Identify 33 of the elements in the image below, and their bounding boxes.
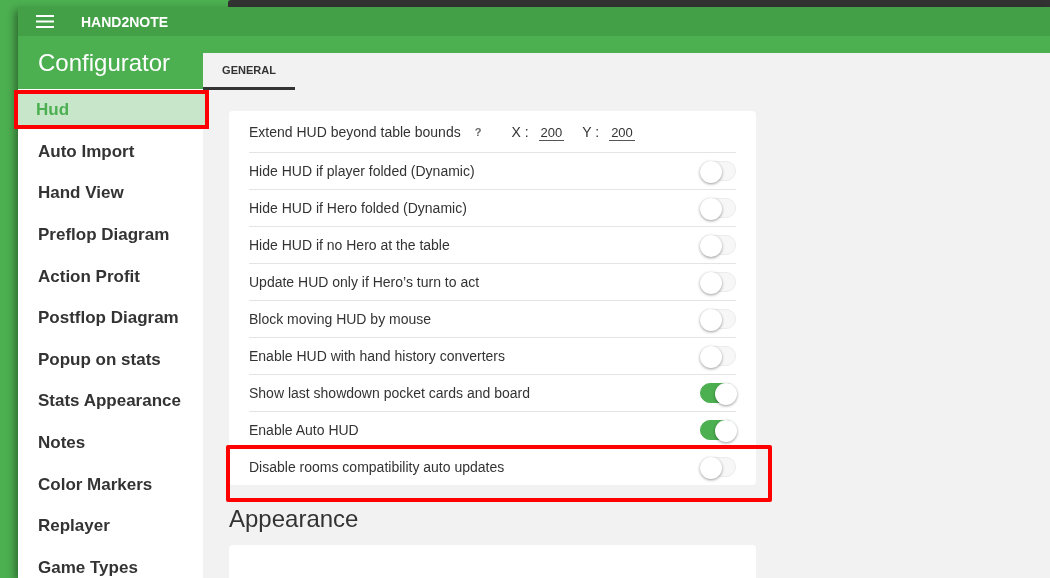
sidebar-item[interactable]: Postflop Diagram xyxy=(18,297,203,339)
sidebar-item[interactable]: Replayer xyxy=(18,505,203,547)
sidebar-title: Configurator xyxy=(38,48,171,77)
sidebar-item[interactable]: Color Markers xyxy=(18,463,203,506)
sidebar-item[interactable]: Preflop Diagram xyxy=(18,214,203,256)
sidebar-item[interactable]: Action Profit xyxy=(18,255,203,298)
sidebar-item[interactable]: Popup on stats xyxy=(18,338,203,381)
toggle-switch[interactable] xyxy=(700,383,736,403)
setting-label: Update HUD only if Hero’s turn to act xyxy=(249,274,481,290)
sidebar-item[interactable]: Stats Appearance xyxy=(18,380,203,423)
sidebar-item[interactable]: Hand View xyxy=(18,172,203,215)
setting-label: Block moving HUD by mouse xyxy=(249,311,433,327)
tab[interactable]: GENERAL xyxy=(203,53,295,90)
setting-label: Enable HUD with hand history converters xyxy=(249,348,506,364)
section-title: Appearance xyxy=(229,505,360,533)
y-input[interactable]: 200 xyxy=(609,125,635,141)
x-label: X : xyxy=(511,123,529,140)
menu-icon[interactable] xyxy=(36,15,54,28)
setting-label: Hide HUD if Hero folded (Dynamic) xyxy=(249,200,468,216)
setting-label: Show last showdown pocket cards and board xyxy=(249,385,531,401)
setting-label: Disable rooms compatibility auto updates xyxy=(249,459,506,475)
setting-label: Extend HUD beyond table bounds xyxy=(249,123,461,140)
sidebar-item[interactable]: Auto Import xyxy=(18,131,203,173)
toggle-switch[interactable] xyxy=(700,420,736,440)
x-input[interactable]: 200 xyxy=(538,125,565,141)
y-label: Y : xyxy=(582,123,600,140)
setting-label: Hide HUD if no Hero at the table xyxy=(249,237,451,253)
setting-label: Hide HUD if player folded (Dynamic) xyxy=(249,163,476,179)
setting-label: Enable Auto HUD xyxy=(249,422,360,438)
sidebar-item[interactable]: Game Types xyxy=(18,546,203,578)
sidebar-item[interactable]: Notes xyxy=(18,422,203,464)
help-icon[interactable]: ? xyxy=(474,125,482,138)
app-title: HAND2NOTE xyxy=(81,13,169,30)
